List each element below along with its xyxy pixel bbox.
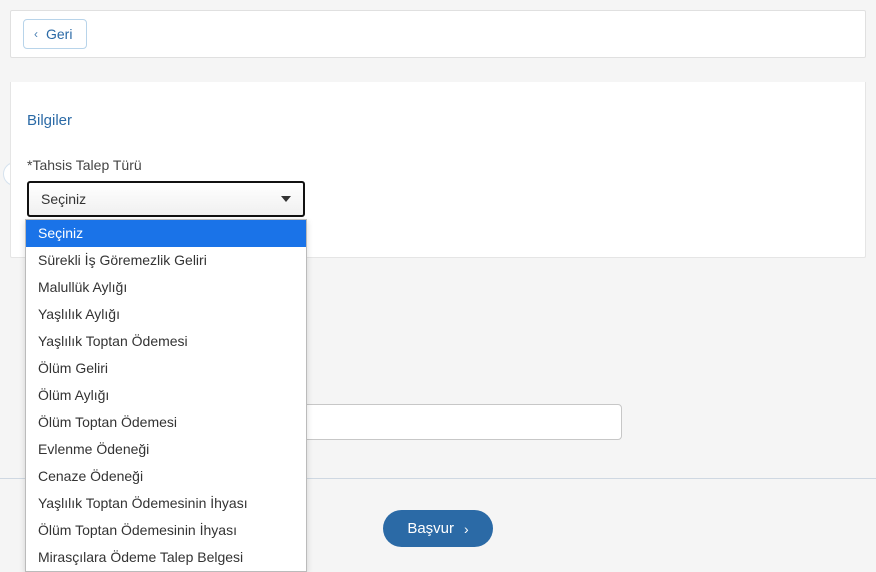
field-label: *Tahsis Talep Türü bbox=[27, 157, 849, 173]
back-button[interactable]: ‹ Geri bbox=[23, 19, 87, 49]
submit-button-label: Başvur bbox=[407, 520, 454, 537]
select-option[interactable]: Sürekli İş Göremezlik Geliri bbox=[26, 247, 306, 274]
select-option[interactable]: Ölüm Aylığı bbox=[26, 382, 306, 409]
select-option[interactable]: Mirasçılara Ödeme Talep Belgesi bbox=[26, 544, 306, 571]
select-option[interactable]: Malullük Aylığı bbox=[26, 274, 306, 301]
select-option[interactable]: Yaşlılık Toptan Ödemesi bbox=[26, 328, 306, 355]
select-option[interactable]: Yaşlılık Toptan Ödemesinin İhyası bbox=[26, 490, 306, 517]
select-dropdown: Seçiniz Sürekli İş Göremezlik Geliri Mal… bbox=[25, 219, 307, 572]
combo-wrapper: Seçiniz Seçiniz Sürekli İş Göremezlik Ge… bbox=[27, 181, 305, 217]
basvur-button[interactable]: Başvur › bbox=[383, 510, 492, 547]
chevron-right-icon: › bbox=[464, 521, 469, 537]
form-card: Bilgiler *Tahsis Talep Türü Seçiniz Seçi… bbox=[10, 82, 866, 258]
select-option[interactable]: Ölüm Geliri bbox=[26, 355, 306, 382]
select-option[interactable]: Evlenme Ödeneği bbox=[26, 436, 306, 463]
chevron-left-icon: ‹ bbox=[34, 27, 38, 41]
section-title: Bilgiler bbox=[27, 112, 849, 129]
select-option[interactable]: Cenaze Ödeneği bbox=[26, 463, 306, 490]
select-option[interactable]: Ölüm Toptan Ödemesi bbox=[26, 409, 306, 436]
top-bar: ‹ Geri bbox=[10, 10, 866, 58]
select-option[interactable]: Ölüm Toptan Ödemesinin İhyası bbox=[26, 517, 306, 544]
select-option[interactable]: Seçiniz bbox=[26, 220, 306, 247]
select-selected-value: Seçiniz bbox=[41, 191, 86, 207]
select-option[interactable]: Yaşlılık Aylığı bbox=[26, 301, 306, 328]
caret-down-icon bbox=[281, 196, 291, 202]
tahsis-talep-turu-select[interactable]: Seçiniz bbox=[27, 181, 305, 217]
back-button-label: Geri bbox=[46, 26, 72, 42]
